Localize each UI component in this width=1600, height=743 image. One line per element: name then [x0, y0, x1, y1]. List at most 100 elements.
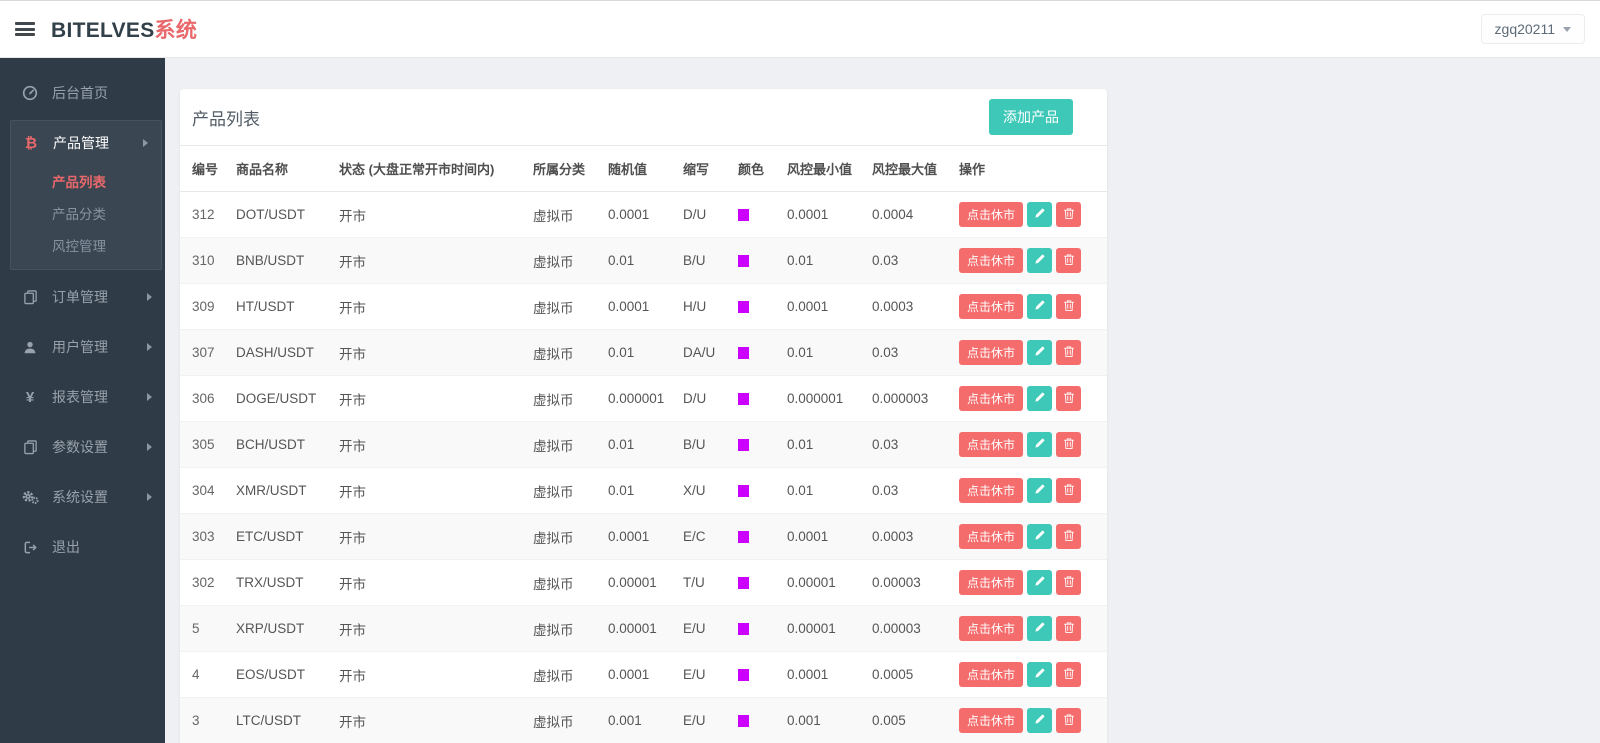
- edit-button[interactable]: [1027, 662, 1053, 687]
- edit-button[interactable]: [1027, 570, 1053, 595]
- edit-button[interactable]: [1027, 386, 1053, 411]
- cell-id: 305: [180, 421, 228, 468]
- delete-button[interactable]: [1056, 386, 1082, 411]
- sidebar-item-report-management[interactable]: ¥ 报表管理: [0, 372, 165, 422]
- edit-button[interactable]: [1027, 432, 1053, 457]
- delete-button[interactable]: [1056, 248, 1082, 273]
- cell-name: DASH/USDT: [228, 329, 331, 376]
- add-product-button[interactable]: 添加产品: [989, 99, 1073, 135]
- suspend-market-button[interactable]: 点击休市: [959, 248, 1024, 273]
- cell-actions: 点击休市: [951, 329, 1107, 376]
- sidebar-item-product-management[interactable]: ₿ 产品管理: [11, 121, 161, 165]
- col-header-status: 状态 (大盘正常开市时间内): [331, 145, 525, 192]
- delete-button[interactable]: [1056, 662, 1082, 687]
- sidebar-item-label: 产品管理: [53, 135, 109, 151]
- delete-button[interactable]: [1056, 294, 1082, 319]
- sidebar-item-label: 系统设置: [52, 489, 108, 505]
- cell-color: [730, 421, 779, 468]
- pencil-icon: [1034, 575, 1046, 590]
- cell-random: 0.01: [600, 237, 675, 284]
- col-header-name: 商品名称: [228, 145, 331, 192]
- suspend-market-button[interactable]: 点击休市: [959, 570, 1024, 595]
- gears-icon: [21, 489, 39, 505]
- trash-icon: [1063, 667, 1075, 683]
- sidebar: 后台首页 ₿ 产品管理 产品列表 产品分类 风控管理 订单管理 用户管理 ¥ 报…: [0, 58, 165, 743]
- table-row: 309 HT/USDT 开市 虚拟币 0.0001 H/U 0.0001 0.0…: [180, 283, 1107, 330]
- suspend-market-button[interactable]: 点击休市: [959, 708, 1024, 733]
- suspend-market-button[interactable]: 点击休市: [959, 340, 1024, 365]
- suspend-market-button[interactable]: 点击休市: [959, 662, 1024, 687]
- sidebar-item-logout[interactable]: 退出: [0, 522, 165, 572]
- edit-button[interactable]: [1027, 202, 1053, 227]
- sidebar-item-order-management[interactable]: 订单管理: [0, 272, 165, 322]
- cell-abbr: D/U: [675, 375, 730, 422]
- delete-button[interactable]: [1056, 478, 1082, 503]
- cell-color: [730, 329, 779, 376]
- delete-button[interactable]: [1056, 616, 1082, 641]
- cell-color: [730, 375, 779, 422]
- cell-min: 0.000001: [779, 375, 864, 422]
- pencil-icon: [1034, 345, 1046, 360]
- trash-icon: [1063, 713, 1075, 729]
- sidebar-subitem-product-category[interactable]: 产品分类: [11, 197, 161, 229]
- edit-button[interactable]: [1027, 524, 1053, 549]
- cell-color: [730, 697, 779, 743]
- suspend-market-button[interactable]: 点击休市: [959, 294, 1024, 319]
- table-row: 303 ETC/USDT 开市 虚拟币 0.0001 E/C 0.0001 0.…: [180, 513, 1107, 560]
- sidebar-subitem-risk-management[interactable]: 风控管理: [11, 229, 161, 261]
- sidebar-group-products: ₿ 产品管理 产品列表 产品分类 风控管理: [10, 120, 162, 270]
- suspend-market-button[interactable]: 点击休市: [959, 386, 1024, 411]
- edit-button[interactable]: [1027, 340, 1053, 365]
- cell-category: 虚拟币: [525, 329, 600, 376]
- edit-button[interactable]: [1027, 616, 1053, 641]
- col-header-min: 风控最小值: [779, 145, 864, 192]
- sidebar-item-system-settings[interactable]: 系统设置: [0, 472, 165, 522]
- sidebar-item-dashboard[interactable]: 后台首页: [0, 68, 165, 118]
- trash-icon: [1063, 437, 1075, 453]
- delete-button[interactable]: [1056, 340, 1082, 365]
- suspend-market-button[interactable]: 点击休市: [959, 616, 1024, 641]
- sidebar-subitem-label: 产品列表: [52, 175, 106, 190]
- cell-abbr: H/U: [675, 283, 730, 330]
- color-swatch: [738, 393, 749, 406]
- sidebar-item-user-management[interactable]: 用户管理: [0, 322, 165, 372]
- edit-button[interactable]: [1027, 294, 1053, 319]
- top-header: BITELVES系统 zgq20211: [0, 1, 1600, 58]
- cell-name: BCH/USDT: [228, 421, 331, 468]
- delete-button[interactable]: [1056, 708, 1082, 733]
- cell-random: 0.0001: [600, 513, 675, 560]
- suspend-market-button[interactable]: 点击休市: [959, 524, 1024, 549]
- suspend-market-button[interactable]: 点击休市: [959, 478, 1024, 503]
- hamburger-menu-icon[interactable]: [15, 22, 35, 36]
- trash-icon: [1063, 299, 1075, 315]
- pencil-icon: [1034, 437, 1046, 452]
- edit-button[interactable]: [1027, 248, 1053, 273]
- pencil-icon: [1034, 253, 1046, 268]
- sidebar-subitem-product-list[interactable]: 产品列表: [11, 165, 161, 197]
- cell-color: [730, 467, 779, 514]
- color-swatch: [738, 301, 749, 314]
- edit-button[interactable]: [1027, 708, 1053, 733]
- trash-icon: [1063, 253, 1075, 269]
- col-header-color: 颜色: [730, 145, 779, 192]
- card-heading: 产品列表 添加产品: [180, 89, 1107, 145]
- user-dropdown[interactable]: zgq20211: [1480, 14, 1585, 44]
- suspend-market-button[interactable]: 点击休市: [959, 432, 1024, 457]
- table-row: 302 TRX/USDT 开市 虚拟币 0.00001 T/U 0.00001 …: [180, 559, 1107, 606]
- cell-status: 开市: [331, 605, 525, 652]
- files-icon: [21, 289, 39, 305]
- delete-button[interactable]: [1056, 432, 1082, 457]
- table-row: 306 DOGE/USDT 开市 虚拟币 0.000001 D/U 0.0000…: [180, 375, 1107, 422]
- delete-button[interactable]: [1056, 202, 1082, 227]
- chevron-right-icon: [147, 293, 152, 301]
- suspend-market-button[interactable]: 点击休市: [959, 202, 1024, 227]
- trash-icon: [1063, 575, 1075, 591]
- delete-button[interactable]: [1056, 570, 1082, 595]
- cell-category: 虚拟币: [525, 513, 600, 560]
- edit-button[interactable]: [1027, 478, 1053, 503]
- delete-button[interactable]: [1056, 524, 1082, 549]
- cell-abbr: D/U: [675, 191, 730, 238]
- cell-category: 虚拟币: [525, 651, 600, 698]
- sidebar-item-parameter-settings[interactable]: 参数设置: [0, 422, 165, 472]
- col-header-id: 编号: [180, 145, 228, 192]
